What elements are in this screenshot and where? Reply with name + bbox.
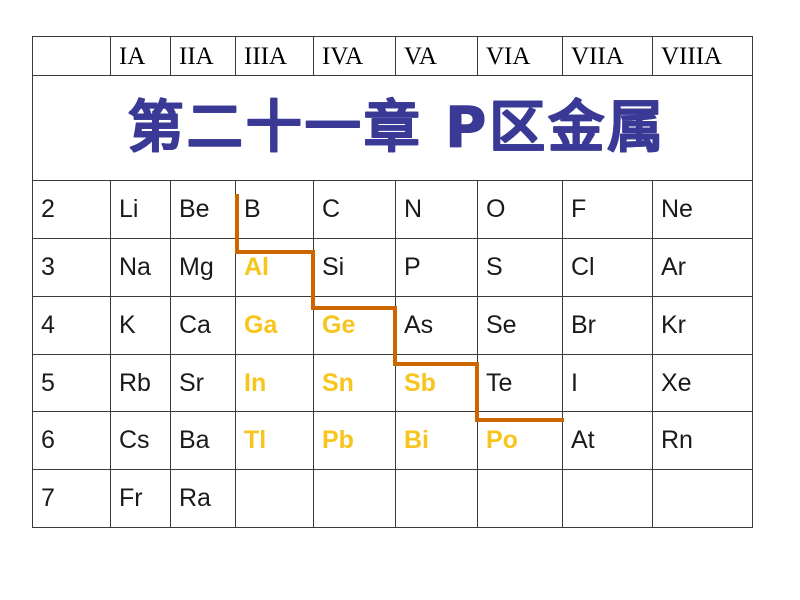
periodic-table: IA IIA IIIA IVA VA VIA VIIA VIIIA 第二十一章 … [32,35,753,528]
element-cell[interactable]: Sr [170,353,236,413]
element-cell[interactable]: Bi [395,411,478,471]
element-cell[interactable]: Cs [110,411,171,471]
element-cell[interactable]: I [562,353,653,413]
element-cell[interactable]: Se [477,295,563,355]
group-header-via: VIA [477,35,563,77]
group-header-iiia: IIIA [235,35,314,77]
element-cell[interactable] [652,469,753,528]
element-cell[interactable]: Ar [652,238,753,297]
period-number: 6 [32,411,111,471]
table-row: 5 Rb Sr In Sn Sb Te I Xe [32,353,753,413]
title-row: 第二十一章 P区金属 [32,75,753,182]
element-cell[interactable]: S [477,238,563,297]
table-row: 2 Li Be B C N O F Ne [32,180,753,240]
period-number: 4 [32,295,111,355]
element-cell[interactable]: Xe [652,353,753,413]
element-cell[interactable]: Ca [170,295,236,355]
element-cell[interactable]: Fr [110,469,171,528]
element-cell[interactable]: Mg [170,238,236,297]
element-cell[interactable]: O [477,180,563,240]
element-cell[interactable]: Ga [235,295,314,355]
element-cell[interactable]: Rb [110,353,171,413]
element-cell[interactable]: K [110,295,171,355]
element-cell[interactable]: C [313,180,396,240]
element-cell[interactable]: Ne [652,180,753,240]
element-cell[interactable]: Ra [170,469,236,528]
element-cell[interactable]: At [562,411,653,471]
element-cell[interactable]: B [235,180,314,240]
element-cell[interactable]: N [395,180,478,240]
element-cell[interactable]: Pb [313,411,396,471]
element-cell[interactable] [562,469,653,528]
chapter-title-cell: 第二十一章 P区金属 [32,75,753,182]
group-header-iva: IVA [313,35,396,77]
group-header-viia: VIIA [562,35,653,77]
group-header-ia: IA [110,35,171,77]
element-cell[interactable]: Br [562,295,653,355]
period-number: 7 [32,469,111,528]
element-cell[interactable]: Po [477,411,563,471]
element-cell[interactable]: As [395,295,478,355]
page-title: 第二十一章 P区金属 [127,95,666,161]
period-number: 5 [32,353,111,413]
element-cell[interactable]: Sn [313,353,396,413]
table-row: 7 Fr Ra [32,469,753,528]
slide-canvas: IA IIA IIIA IVA VA VIA VIIA VIIIA 第二十一章 … [0,0,800,600]
group-header-row: IA IIA IIIA IVA VA VIA VIIA VIIIA [32,35,753,77]
group-header-viiia: VIIIA [652,35,753,77]
element-cell[interactable]: Be [170,180,236,240]
period-number: 2 [32,180,111,240]
element-cell[interactable]: Kr [652,295,753,355]
element-cell[interactable]: In [235,353,314,413]
table-corner-cell [32,35,111,77]
element-cell[interactable]: Na [110,238,171,297]
group-header-va: VA [395,35,478,77]
element-cell[interactable]: Li [110,180,171,240]
element-cell[interactable] [235,469,314,528]
element-cell[interactable] [477,469,563,528]
element-cell[interactable] [395,469,478,528]
table-row: 6 Cs Ba Tl Pb Bi Po At Rn [32,411,753,471]
period-number: 3 [32,238,111,297]
table-row: 3 Na Mg Al Si P S Cl Ar [32,238,753,297]
table-row: 4 K Ca Ga Ge As Se Br Kr [32,295,753,355]
element-cell[interactable]: Sb [395,353,478,413]
element-cell[interactable]: Tl [235,411,314,471]
element-cell[interactable]: Ba [170,411,236,471]
element-cell[interactable]: Si [313,238,396,297]
element-cell[interactable]: P [395,238,478,297]
element-cell[interactable] [313,469,396,528]
element-cell[interactable]: F [562,180,653,240]
element-cell[interactable]: Al [235,238,314,297]
element-cell[interactable]: Cl [562,238,653,297]
element-cell[interactable]: Rn [652,411,753,471]
element-cell[interactable]: Te [477,353,563,413]
group-header-iia: IIA [170,35,236,77]
periodic-table-container: IA IIA IIIA IVA VA VIA VIIA VIIIA 第二十一章 … [32,35,753,528]
element-cell[interactable]: Ge [313,295,396,355]
